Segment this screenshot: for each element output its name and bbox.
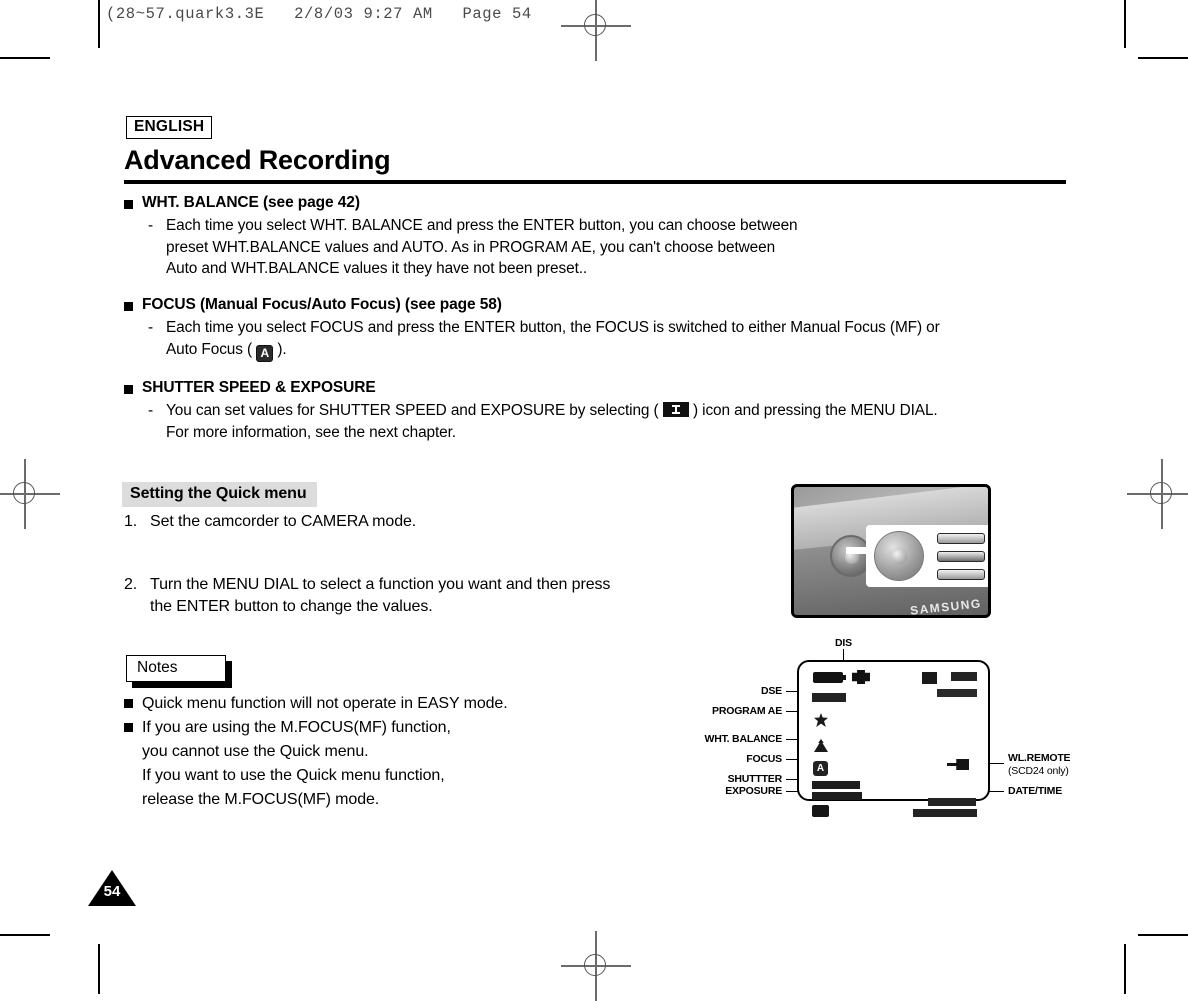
tape-icon — [922, 672, 937, 684]
title-underline-rule — [124, 180, 1066, 184]
wht-balance-icon — [814, 739, 828, 752]
lcd-label-date-time: DATE/TIME — [1008, 785, 1063, 797]
body-line-suffix: ). — [273, 340, 287, 358]
section-body: - Each time you select WHT. BALANCE and … — [148, 215, 798, 280]
quick-menu-step-2: 2. Turn the MENU DIAL to select a functi… — [124, 574, 664, 618]
square-bullet-icon — [124, 723, 133, 732]
callout-button-3 — [937, 569, 985, 580]
note-line: If you are using the M.FOCUS(MF) functio… — [142, 719, 451, 736]
lcd-label-wl-remote: WL.REMOTE — [1008, 752, 1071, 764]
square-bullet-icon — [124, 200, 133, 209]
note-line: you cannot use the Quick menu. — [142, 743, 369, 760]
date-readout — [913, 809, 977, 817]
lcd-osd-diagram: DIS DSE PROGRAM AE WHT. BALANCE FOCUS SH… — [700, 635, 1120, 825]
program-ae-icon — [814, 713, 828, 727]
body-line: Each time you select FOCUS and press the… — [166, 319, 940, 336]
camcorder-photo: SAMSUNG — [791, 484, 991, 618]
step-text-line-1: Turn the MENU DIAL to select a function … — [150, 576, 611, 593]
focus-auto-icon — [813, 761, 828, 776]
notes-box: Notes — [126, 655, 232, 688]
section-heading: WHT. BALANCE (see page 42) — [142, 194, 360, 211]
body-line: Auto and WHT.BALANCE values it they have… — [166, 260, 588, 277]
section-heading-row: WHT. BALANCE (see page 42) — [124, 194, 797, 212]
lcd-label-dse: DSE — [761, 685, 782, 697]
menu-dial-callout — [866, 525, 988, 587]
body-line-prefix: You can set values for SHUTTER SPEED and… — [166, 402, 663, 419]
time-readout — [928, 798, 976, 806]
dash-bullet: - — [148, 319, 154, 336]
section-heading-row: SHUTTER SPEED & EXPOSURE — [124, 379, 938, 397]
auto-focus-A-icon: A — [256, 344, 274, 362]
note-line: If you want to use the Quick menu functi… — [142, 767, 445, 784]
page-title: Advanced Recording — [124, 145, 391, 175]
notes-label: Notes — [126, 655, 226, 682]
body-line: Each time you select WHT. BALANCE and pr… — [166, 217, 798, 234]
section-body-text: Each time you select FOCUS and press the… — [166, 317, 940, 362]
lcd-label-focus: FOCUS — [746, 753, 782, 765]
section-shutter-exposure: SHUTTER SPEED & EXPOSURE - You can set v… — [124, 379, 938, 443]
square-bullet-icon — [124, 699, 133, 708]
step-number: 1. — [124, 513, 138, 530]
notes-list: Quick menu function will not operate in … — [124, 692, 508, 812]
section-heading-row: FOCUS (Manual Focus/Auto Focus) (see pag… — [124, 296, 940, 314]
body-line-suffix: ) icon and pressing the MENU DIAL. — [688, 402, 938, 419]
note-line: release the M.FOCUS(MF) mode. — [142, 791, 380, 808]
lcd-label-program-ae: PROGRAM AE — [712, 705, 782, 717]
counter-readout — [937, 689, 977, 697]
callout-menu-dial — [874, 531, 924, 581]
step-text: Set the camcorder to CAMERA mode. — [150, 513, 417, 530]
callout-button-1 — [937, 533, 985, 544]
body-line-prefix: Auto Focus ( — [166, 340, 257, 358]
section-body-text: Each time you select WHT. BALANCE and pr… — [166, 215, 798, 280]
square-bullet-icon — [124, 385, 133, 394]
section-focus: FOCUS (Manual Focus/Auto Focus) (see pag… — [124, 296, 940, 362]
section-body: - You can set values for SHUTTER SPEED a… — [148, 400, 938, 443]
body-line: preset WHT.BALANCE values and AUTO. As i… — [166, 238, 776, 256]
lcd-label-shutter: SHUTTTER — [727, 773, 783, 785]
note-text: Quick menu function will not operate in … — [142, 692, 508, 716]
exposure-icon — [662, 402, 689, 417]
quick-menu-section-title: Setting the Quick menu — [122, 482, 317, 507]
lcd-label-wl-remote-note: (SCD24 only) — [1008, 765, 1069, 777]
dash-bullet: - — [148, 402, 154, 419]
note-item: If you are using the M.FOCUS(MF) functio… — [124, 716, 508, 812]
dse-icon — [812, 693, 846, 702]
step-number: 2. — [124, 576, 138, 593]
callout-button-2 — [937, 551, 985, 562]
square-bullet-icon — [124, 302, 133, 311]
note-item: Quick menu function will not operate in … — [124, 692, 508, 716]
quick-menu-step-1: 1. Set the camcorder to CAMERA mode. — [124, 511, 644, 533]
section-heading: SHUTTER SPEED & EXPOSURE — [142, 379, 376, 396]
shutter-readout — [812, 781, 860, 789]
exposure-readout — [812, 792, 862, 800]
lcd-label-exposure: EXPOSURE — [725, 785, 782, 797]
lcd-screen — [797, 660, 990, 817]
note-line: Quick menu function will not operate in … — [142, 695, 508, 712]
section-heading: FOCUS (Manual Focus/Auto Focus) (see pag… — [142, 296, 502, 313]
dis-icon — [852, 670, 870, 684]
wl-remote-icon — [947, 759, 969, 770]
section-body: - Each time you select FOCUS and press t… — [148, 317, 940, 362]
page-content: ENGLISH Advanced Recording WHT. BALANCE … — [0, 0, 1188, 994]
step-text-line-2: the ENTER button to change the values. — [150, 598, 433, 615]
stby-indicator — [951, 672, 977, 681]
lcd-label-dis: DIS — [835, 637, 852, 649]
body-line: For more information, see the next chapt… — [166, 423, 456, 441]
memory-card-icon — [812, 805, 829, 817]
note-text: If you are using the M.FOCUS(MF) functio… — [142, 716, 451, 812]
section-body-text: You can set values for SHUTTER SPEED and… — [166, 400, 938, 443]
language-badge: ENGLISH — [126, 116, 213, 140]
battery-icon — [813, 672, 846, 683]
dash-bullet: - — [148, 217, 154, 234]
section-wht-balance: WHT. BALANCE (see page 42) - Each time y… — [124, 194, 798, 280]
body-line-with-icon: Auto Focus ( A ). — [166, 339, 940, 362]
body-line-with-icon: You can set values for SHUTTER SPEED and… — [166, 400, 938, 422]
lcd-label-wht-balance: WHT. BALANCE — [704, 733, 782, 745]
page-number: 54 — [103, 883, 121, 900]
